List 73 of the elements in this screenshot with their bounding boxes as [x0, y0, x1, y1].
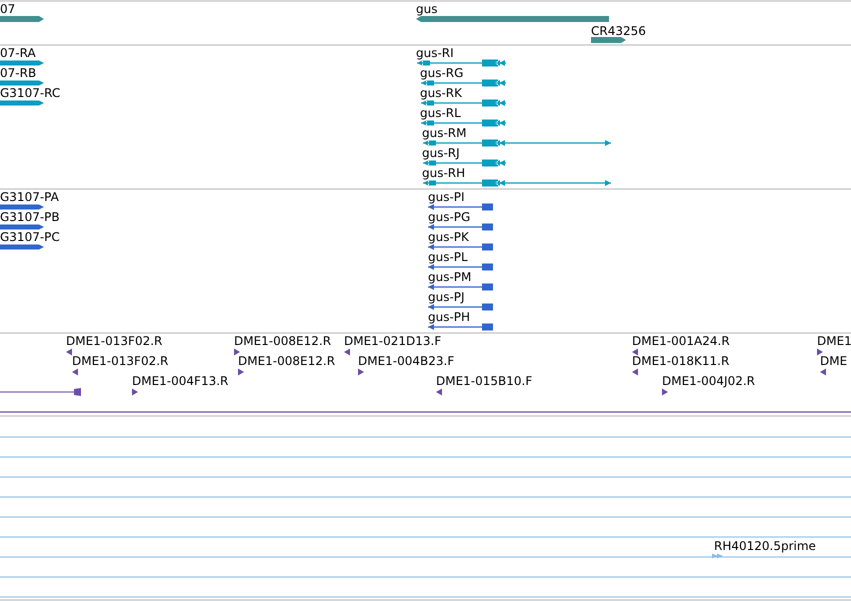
- transcript-feature-glyph[interactable]: [423, 180, 611, 186]
- feature-label: gus-PM: [428, 270, 472, 284]
- feature-label: DME1-013F02.R: [66, 334, 162, 348]
- cds-feature-glyph[interactable]: [0, 244, 44, 250]
- clone-feature-glyph[interactable]: [662, 388, 668, 396]
- feature-label: DME1-018K11.R: [632, 354, 730, 368]
- feature-label: DME1-013F02.R: [72, 354, 168, 368]
- clone-feature-glyph[interactable]: [72, 368, 78, 376]
- feature-label: DME1-008E12.R: [234, 334, 332, 348]
- feature-label: DME1: [817, 334, 851, 348]
- transcript-feature-glyph[interactable]: [423, 160, 506, 166]
- feature-label: gus-PH: [428, 310, 470, 324]
- clone-feature-glyph[interactable]: [632, 368, 638, 376]
- clone-feature-glyph[interactable]: [0, 388, 81, 396]
- transcript-feature-glyph[interactable]: [421, 100, 506, 106]
- clone-feature-glyph[interactable]: [436, 388, 442, 396]
- feature-label: gus-RM: [422, 126, 466, 140]
- cds-feature-glyph[interactable]: [428, 224, 493, 230]
- clone-feature-glyph[interactable]: [820, 368, 826, 376]
- feature-label: gus-PK: [428, 230, 469, 244]
- transcript-feature-glyph[interactable]: [0, 60, 44, 66]
- feature-label: gus-RG: [420, 66, 464, 80]
- feature-label: DME1-004J02.R: [662, 374, 756, 388]
- feature-label: 07-RA: [0, 46, 36, 60]
- feature-label: gus-RL: [420, 106, 461, 120]
- feature-label: DME1-004F13.R: [132, 374, 228, 388]
- feature-label: DME1-015B10.F: [436, 374, 532, 388]
- feature-label: 07-RB: [0, 66, 36, 80]
- cds-feature-glyph[interactable]: [428, 324, 493, 330]
- feature-label: G3107-PA: [0, 190, 59, 204]
- feature-label: gus: [416, 2, 438, 16]
- clone-feature-glyph[interactable]: [358, 368, 364, 376]
- transcript-feature-glyph[interactable]: [417, 60, 506, 66]
- feature-label: gus-PG: [428, 210, 470, 224]
- transcript-feature-glyph[interactable]: [423, 140, 611, 146]
- gene-feature-glyph[interactable]: [591, 37, 626, 43]
- clone-feature-glyph[interactable]: [234, 348, 240, 356]
- cds-feature-glyph[interactable]: [428, 264, 493, 270]
- transcript-feature-glyph[interactable]: [0, 100, 44, 106]
- cds-feature-glyph[interactable]: [428, 284, 493, 290]
- cds-feature-glyph[interactable]: [0, 204, 44, 210]
- feature-label: DME1-004B23.F: [358, 354, 454, 368]
- feature-label: gus-RI: [416, 46, 454, 60]
- feature-label: G3107-RC: [0, 86, 60, 100]
- feature-label: gus-RJ: [422, 146, 460, 160]
- feature-label: DME1-021D13.F: [344, 334, 442, 348]
- clone-feature-glyph[interactable]: [238, 368, 244, 376]
- feature-label: DME1-008E12.R: [238, 354, 336, 368]
- feature-label: DME: [820, 354, 848, 368]
- transcript-feature-glyph[interactable]: [421, 120, 506, 126]
- cds-feature-glyph[interactable]: [428, 204, 493, 210]
- feature-label: gus-RH: [422, 166, 466, 180]
- cds-feature-glyph[interactable]: [428, 304, 493, 310]
- clone-feature-glyph[interactable]: [632, 348, 638, 356]
- feature-label: gus-PI: [428, 190, 465, 204]
- feature-label: gus-PJ: [428, 290, 465, 304]
- feature-label: gus-PL: [428, 250, 468, 264]
- clone-feature-glyph[interactable]: [817, 348, 823, 356]
- clone-feature-glyph[interactable]: [344, 348, 350, 356]
- feature-label: DME1-001A24.R: [632, 334, 730, 348]
- transcript-feature-glyph[interactable]: [0, 80, 44, 86]
- feature-label: RH40120.5prime: [714, 539, 816, 553]
- feature-label: gus-RK: [420, 86, 462, 100]
- feature-label: CR43256: [591, 24, 646, 38]
- cds-feature-glyph[interactable]: [428, 244, 493, 250]
- clone-feature-glyph[interactable]: [66, 348, 72, 356]
- cds-feature-glyph[interactable]: [0, 224, 44, 230]
- clone-feature-glyph[interactable]: [132, 388, 138, 396]
- feature-label: G3107-PC: [0, 230, 60, 244]
- gene-feature-glyph[interactable]: [0, 16, 44, 22]
- feature-label: 07: [0, 2, 16, 16]
- feature-label: G3107-PB: [0, 210, 60, 224]
- transcript-feature-glyph[interactable]: [421, 80, 506, 86]
